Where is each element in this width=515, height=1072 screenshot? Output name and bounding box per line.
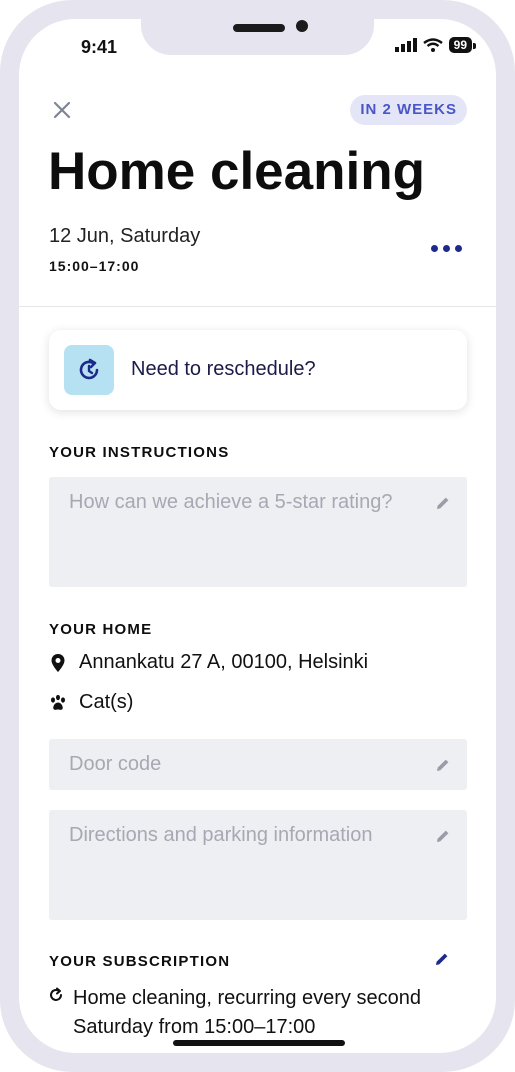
- pencil-icon: [437, 497, 449, 509]
- pencil-icon: [437, 759, 449, 771]
- speaker: [233, 24, 285, 32]
- divider: [19, 306, 496, 307]
- home-pets: Cat(s): [79, 691, 134, 713]
- more-dot: [455, 245, 462, 252]
- status-time: 9:41: [81, 37, 118, 57]
- edit-subscription-icon[interactable]: [434, 951, 450, 967]
- signal-icon: [394, 38, 417, 52]
- battery-icon: 99: [448, 37, 477, 53]
- home-address: Annankatu 27 A, 00100, Helsinki: [79, 651, 369, 673]
- location-pin-icon: [51, 653, 65, 672]
- subscription-heading: YOUR SUBSCRIPTION: [49, 953, 231, 970]
- address-row: Annankatu 27 A, 00100, Helsinki: [49, 651, 368, 674]
- notch: [141, 19, 374, 55]
- recurring-icon: [50, 987, 62, 1001]
- more-dot: [431, 245, 438, 252]
- camera: [296, 20, 308, 32]
- close-icon[interactable]: [50, 98, 74, 122]
- home-heading: YOUR HOME: [49, 621, 153, 638]
- pencil-icon: [437, 830, 449, 842]
- instructions-heading: YOUR INSTRUCTIONS: [49, 444, 230, 461]
- booking-hours: 15:00–17:00: [49, 258, 140, 274]
- door-code-placeholder: Door code: [69, 753, 162, 775]
- door-code-field[interactable]: Door code: [49, 739, 467, 790]
- directions-field[interactable]: Directions and parking information: [49, 810, 467, 920]
- paw-icon: [51, 694, 65, 710]
- booking-date: 12 Jun, Saturday: [49, 225, 201, 247]
- subscription-text: Home cleaning, recurring every second Sa…: [73, 987, 421, 1038]
- more-dot: [443, 245, 450, 252]
- instructions-field[interactable]: How can we achieve a 5-star rating?: [49, 477, 467, 587]
- directions-placeholder: Directions and parking information: [69, 824, 373, 846]
- phone-screen: 9:41 99 IN 2 WEEKS Home cleaning 12 Jun,…: [19, 19, 496, 1053]
- timing-badge: IN 2 WEEKS: [350, 95, 467, 125]
- page-title: Home cleaning: [48, 142, 425, 201]
- wifi-icon: [422, 38, 443, 52]
- home-indicator[interactable]: [173, 1040, 345, 1046]
- reschedule-icon: [64, 345, 114, 395]
- reschedule-label: Need to reschedule?: [131, 358, 316, 380]
- status-icons: 99: [394, 37, 477, 53]
- more-options-button[interactable]: [431, 245, 462, 252]
- pets-row: Cat(s): [49, 691, 133, 714]
- instructions-placeholder: How can we achieve a 5-star rating?: [69, 491, 393, 513]
- reschedule-card[interactable]: Need to reschedule?: [49, 330, 467, 410]
